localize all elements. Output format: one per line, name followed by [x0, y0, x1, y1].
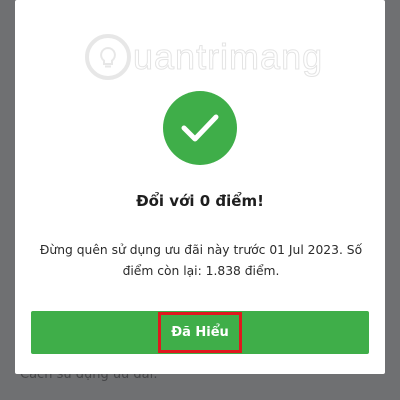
- watermark-text: uantrimang: [132, 36, 324, 78]
- dialog-title: Đổi với 0 điểm!: [136, 192, 264, 210]
- confirmation-dialog: uantrimang Đổi với 0 điểm! Đừng quên sử …: [15, 0, 385, 374]
- understood-button[interactable]: Đã Hiểu: [31, 311, 369, 354]
- checkmark-icon: [163, 91, 237, 165]
- dialog-message: Đừng quên sử dụng ưu đãi này trước 01 Ju…: [39, 243, 363, 278]
- lightbulb-icon: [85, 34, 131, 80]
- understood-button-label: Đã Hiểu: [158, 312, 242, 353]
- quantrimang-watermark: uantrimang: [85, 34, 323, 80]
